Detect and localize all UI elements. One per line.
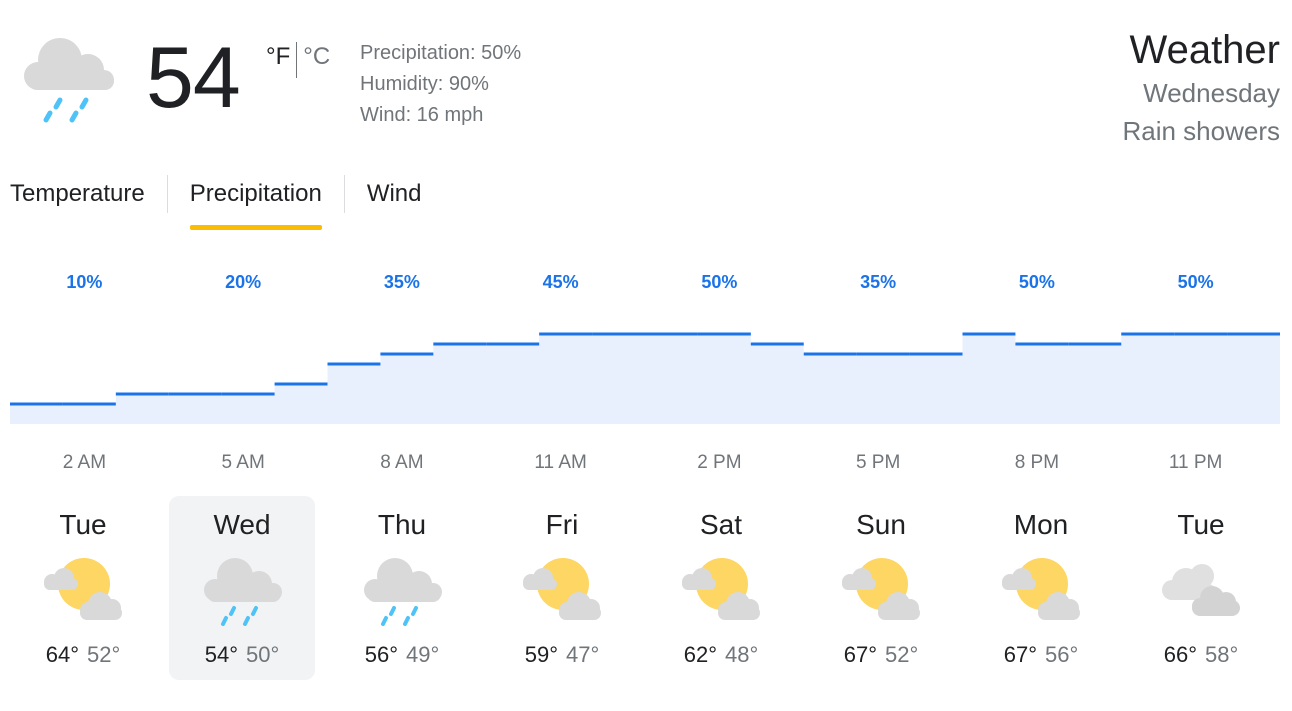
precipitation-value-label: 35% (860, 272, 896, 292)
time-tick-label: 8 PM (1015, 452, 1059, 473)
precipitation-value-label: 50% (1019, 272, 1055, 292)
chart-tabs: Temperature Precipitation Wind (10, 174, 422, 230)
unit-toggle: °F °C (266, 42, 330, 78)
rain-showers-icon (357, 554, 447, 626)
forecast-temps: 59° 47° (489, 640, 635, 670)
tab-precipitation[interactable]: Precipitation (189, 174, 322, 230)
page-title: Weather (1129, 28, 1280, 72)
forecast-day-sun[interactable]: Sun 67° 52° (808, 496, 954, 680)
forecast-day-name: Fri (545, 509, 579, 540)
fahrenheit-toggle[interactable]: °F (266, 42, 290, 72)
forecast-temps: 66° 58° (1128, 640, 1274, 670)
high-temp: 67° (1003, 642, 1037, 667)
partly-cloudy-icon (836, 554, 926, 626)
low-temp: 50° (246, 642, 280, 667)
weather-title-block: Weather Wednesday Rain showers (1122, 26, 1280, 150)
precipitation-chart-svg: 10% 20% 35% 45% 50% 35% 50% 50% 2 AM 5 AM 8 AM 11 A… (10, 272, 1280, 473)
rain-showers-icon (197, 554, 287, 626)
precipitation-value-label: 45% (543, 272, 579, 292)
time-tick-label: 11 AM (534, 452, 586, 473)
selected-day: Wednesday (1143, 78, 1280, 108)
precipitation-detail: Precipitation: 50% (360, 42, 522, 64)
precipitation-value-label: 10% (66, 272, 102, 292)
forecast-temps: 54° 50° (169, 640, 315, 670)
forecast-day-mon[interactable]: Mon 67° 56° (968, 496, 1114, 680)
low-temp: 48° (725, 642, 759, 667)
time-tick-label: 5 AM (221, 452, 264, 473)
high-temp: 59° (524, 642, 558, 667)
precipitation-value-label: 50% (1178, 272, 1214, 292)
humidity-detail: Humidity: 90% (360, 73, 489, 95)
current-temperature: 54 (146, 30, 241, 126)
forecast-day-name: Tue (1177, 509, 1225, 540)
rain-showers-icon (16, 30, 120, 130)
celsius-toggle[interactable]: °C (303, 42, 330, 72)
cloudy-icon (1156, 554, 1246, 626)
high-temp: 64° (45, 642, 79, 667)
precipitation-value-label: 20% (225, 272, 261, 292)
time-tick-label: 5 PM (856, 452, 900, 473)
time-tick-label: 11 PM (1169, 452, 1223, 473)
high-temp: 67° (843, 642, 877, 667)
precipitation-chart[interactable]: 10% 20% 35% 45% 50% 35% 50% 50% 2 AM 5 AM 8 AM 11 A… (0, 260, 1292, 480)
forecast-day-name: Tue (59, 509, 107, 540)
low-temp: 52° (885, 642, 919, 667)
precipitation-value-label: 35% (384, 272, 420, 292)
high-temp: 54° (204, 642, 238, 667)
precipitation-area (10, 334, 1280, 424)
precipitation-value-label: 50% (701, 272, 737, 292)
wind-detail: Wind: 16 mph (360, 104, 484, 126)
forecast-day-sat[interactable]: Sat 62° 48° (648, 496, 794, 680)
forecast-day-fri[interactable]: Fri 59° 47° (489, 496, 635, 680)
forecast-day-name: Sun (856, 509, 906, 540)
low-temp: 52° (87, 642, 121, 667)
tab-divider (166, 175, 168, 213)
forecast-day-tue[interactable]: Tue 64° 52° (10, 496, 156, 680)
current-details: Precipitation: 50% Humidity: 90% Wind: 1… (360, 38, 521, 131)
partly-cloudy-icon (996, 554, 1086, 626)
time-tick-label: 2 AM (63, 452, 106, 473)
forecast-day-name: Thu (377, 509, 427, 540)
forecast-day-name: Sat (699, 509, 743, 540)
tab-divider (343, 175, 345, 213)
forecast-temps: 62° 48° (648, 640, 794, 670)
current-condition: Rain showers (1122, 116, 1280, 146)
forecast-day-tue[interactable]: Tue 66° 58° (1128, 496, 1274, 680)
high-temp: 62° (683, 642, 717, 667)
unit-divider (296, 42, 298, 78)
forecast-day-name: Wed (213, 509, 271, 540)
forecast-temps: 67° 52° (808, 640, 954, 670)
daily-forecast: Tue 64° 52° Wed 54° 50° Thu 56° 49° Fri 59° 47° Sat 6… (0, 496, 1292, 682)
high-temp: 66° (1163, 642, 1197, 667)
time-tick-label: 8 AM (380, 452, 423, 473)
forecast-temps: 64° 52° (10, 640, 156, 670)
low-temp: 47° (566, 642, 600, 667)
partly-cloudy-icon (517, 554, 607, 626)
partly-cloudy-icon (676, 554, 766, 626)
low-temp: 49° (406, 642, 440, 667)
forecast-day-name: Mon (1013, 509, 1069, 540)
high-temp: 56° (364, 642, 398, 667)
tab-wind[interactable]: Wind (367, 174, 422, 214)
forecast-day-thu[interactable]: Thu 56° 49° (329, 496, 475, 680)
low-temp: 56° (1045, 642, 1079, 667)
forecast-day-wed[interactable]: Wed 54° 50° (169, 496, 315, 680)
time-tick-label: 2 PM (697, 452, 741, 473)
forecast-temps: 56° 49° (329, 640, 475, 670)
tab-temperature[interactable]: Temperature (10, 174, 145, 214)
forecast-temps: 67° 56° (968, 640, 1114, 670)
low-temp: 58° (1205, 642, 1239, 667)
partly-cloudy-icon (38, 554, 128, 626)
